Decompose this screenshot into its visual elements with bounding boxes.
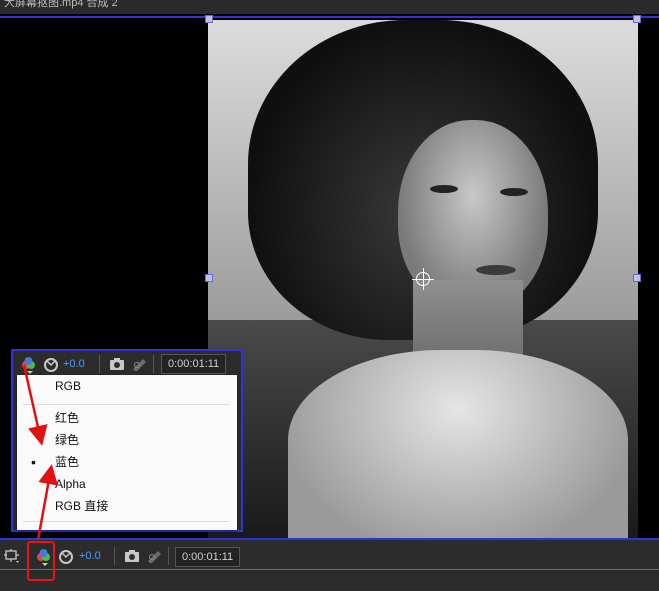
exposure-reset-icon[interactable] (58, 549, 74, 568)
anchor-point-icon[interactable] (412, 268, 434, 290)
channel-menu-callout: +0.0 0:00:01:11 RGB 红色 绿色 • 蓝色 Alpha RGB… (11, 349, 243, 532)
channel-icon[interactable] (21, 356, 37, 377)
menu-item-red[interactable]: 红色 (55, 409, 79, 427)
layer-handle-mid-left[interactable] (205, 274, 213, 282)
toolbar-divider (99, 355, 100, 373)
show-snapshot-icon[interactable] (146, 549, 162, 566)
layer-handle-top-right[interactable] (633, 15, 641, 23)
toolbar-divider (153, 355, 154, 373)
exposure-reset-icon[interactable] (43, 357, 59, 376)
region-of-interest-icon[interactable] (4, 549, 20, 566)
layer-handle-mid-right[interactable] (633, 274, 641, 282)
toolbar-divider (168, 547, 169, 565)
viewer-toolbar: +0.0 0:00:01:11 (0, 540, 659, 591)
popup-toolbar: +0.0 0:00:01:11 (15, 353, 241, 375)
snapshot-icon[interactable] (109, 357, 125, 374)
footage-right-eye (500, 188, 528, 196)
layer-handle-top-left[interactable] (205, 15, 213, 23)
show-snapshot-icon[interactable] (131, 357, 147, 374)
exposure-value[interactable]: +0.0 (79, 550, 101, 562)
menu-separator (23, 404, 229, 405)
exposure-value[interactable]: +0.0 (63, 358, 85, 370)
footage-mouth (476, 265, 516, 275)
footage-dress (288, 350, 628, 538)
viewer-selection-border-top (0, 16, 659, 18)
menu-item-rgb-straight[interactable]: RGB 直接 (55, 497, 108, 515)
menu-item-alpha[interactable]: Alpha (55, 475, 86, 493)
menu-item-green[interactable]: 绿色 (55, 431, 79, 449)
toolbar-divider (114, 547, 115, 565)
menu-item-rgb[interactable]: RGB (55, 377, 81, 395)
channel-menu: RGB 红色 绿色 • 蓝色 Alpha RGB 直接 (17, 375, 237, 530)
footage-left-eye (430, 185, 458, 193)
window-title: 大屏幕抠图.mp4 合成 2 (0, 0, 659, 14)
menu-item-blue[interactable]: 蓝色 (55, 453, 79, 471)
current-time-display[interactable]: 0:00:01:11 (175, 547, 241, 567)
toolbar-bottom-line (0, 569, 659, 570)
snapshot-icon[interactable] (124, 549, 140, 566)
menu-separator (23, 521, 229, 522)
highlight-box (27, 541, 55, 581)
menu-check-mark: • (31, 454, 36, 470)
current-time-display[interactable]: 0:00:01:11 (161, 354, 227, 374)
